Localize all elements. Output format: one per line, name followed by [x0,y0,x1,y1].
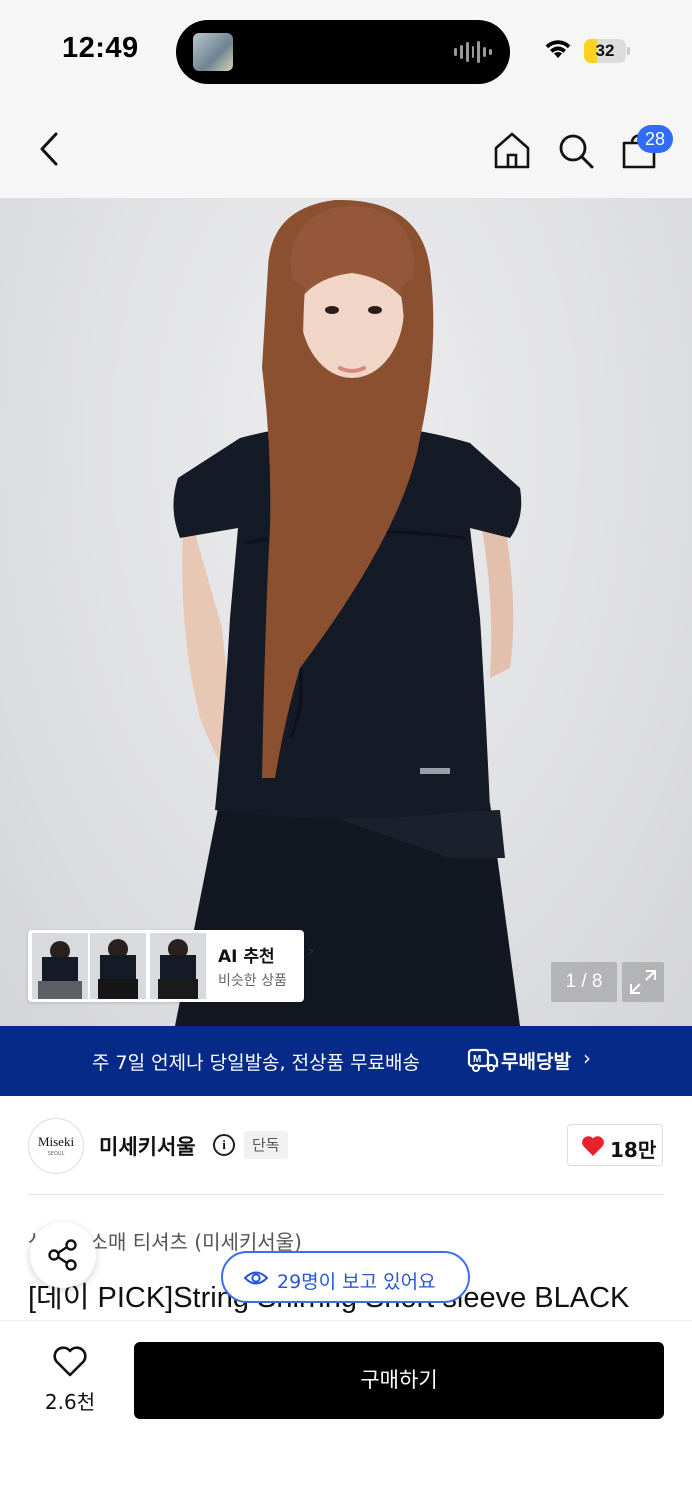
brand-logo-text: Miseki [37,1134,75,1149]
battery-level: 32 [595,41,615,60]
live-viewers-text: 29명이 보고 있어요 [277,1271,436,1293]
product-like-button[interactable]: 2.6천 [28,1338,112,1418]
status-time: 12:49 [62,32,139,64]
dynamic-island[interactable] [176,20,510,84]
product-image-gallery[interactable]: AI 추천 › 비슷한 상품 1 / 8 [0,198,692,1026]
brand-like-button[interactable]: 18만 [567,1124,663,1166]
delivery-promo-banner[interactable]: 주 7일 언제나 당일발송, 전상품 무료배송 M 무배당발 › [0,1026,692,1096]
battery-icon: 32 [584,39,626,63]
promo-brand: 무배당발 [501,1051,571,1073]
ai-recommend-title: AI 추천 [218,947,275,967]
brand-logo[interactable]: Miseki SEOUL [28,1118,84,1174]
home-icon[interactable] [492,130,532,170]
product-model-photo [173,199,522,1026]
promo-text: 주 7일 언제나 당일발송, 전상품 무료배송 [92,1052,421,1074]
wifi-icon [545,40,571,58]
brand-name[interactable]: 미세키서울 [99,1131,196,1161]
share-icon [48,1239,77,1271]
heart-outline-icon [53,1346,87,1377]
app-header [0,100,692,198]
delivery-truck-icon: M [467,1048,499,1072]
live-viewers-pill: 29명이 보고 있어요 [221,1251,470,1303]
divider [28,1194,664,1195]
chevron-right-icon: › [308,941,315,960]
eye-icon [243,1271,269,1285]
heart-filled-icon [582,1136,604,1156]
ai-recommend-subtitle: 비슷한 상품 [218,973,287,989]
ai-thumbnail-3[interactable] [150,933,206,999]
info-icon[interactable]: i [213,1134,235,1156]
battery-tip [627,47,630,55]
cart-count-badge: 28 [637,125,673,153]
expand-icon [630,970,656,994]
ai-thumbnail-1[interactable] [32,933,88,999]
now-playing-thumbnail [193,33,233,71]
exclusive-badge: 단독 [244,1131,288,1159]
chevron-right-icon: › [583,1046,591,1070]
status-bar: 12:49 32 [0,0,692,100]
expand-button[interactable] [622,962,664,1002]
back-icon[interactable] [36,130,64,168]
search-icon[interactable] [556,131,596,171]
buy-button[interactable]: 구매하기 [134,1342,664,1419]
ai-recommendation-card[interactable]: AI 추천 › 비슷한 상품 [28,930,314,1002]
brand-like-count: 18만 [610,1138,657,1162]
brand-logo-subtext: SEOUL [47,1151,65,1157]
image-page-indicator: 1 / 8 [551,962,617,1002]
audio-waveform-icon [454,40,493,64]
svg-text:M: M [473,1054,481,1065]
share-button[interactable] [30,1222,96,1288]
product-like-count: 2.6천 [44,1390,96,1414]
ai-thumbnail-2[interactable] [90,933,146,999]
